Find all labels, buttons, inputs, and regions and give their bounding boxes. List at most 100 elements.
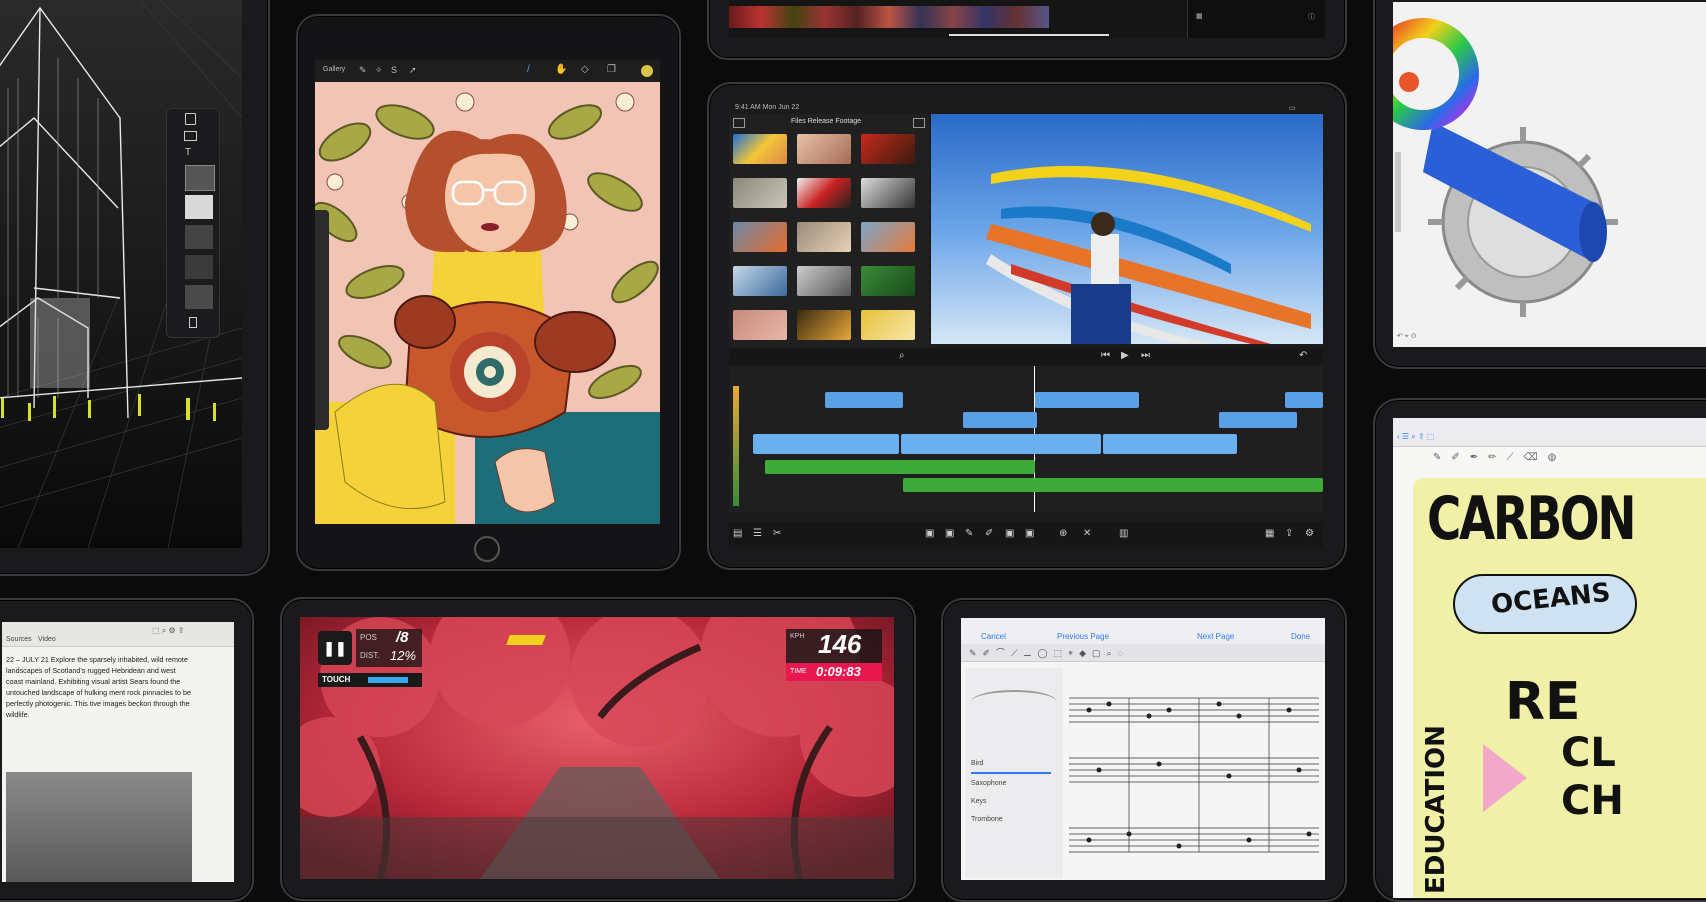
cancel-button[interactable]: Cancel [981,632,1006,641]
timeline-clip[interactable] [1219,412,1297,428]
done-button[interactable]: Done [1291,632,1310,641]
skip-forward-icon[interactable]: ⏭ [1141,350,1150,361]
tool-icon[interactable]: ▣ [1005,528,1014,539]
timeline-clip[interactable] [1035,392,1139,408]
bottom-tool-icon[interactable]: ↶ ⌖ ⊙ [1397,332,1417,341]
list-icon[interactable]: ☰ [753,528,762,539]
trash-icon[interactable]: ▥ [1119,528,1128,539]
info-icon[interactable]: ⓘ [1308,12,1315,22]
slider[interactable] [971,772,1051,774]
tool-icon[interactable]: ✎ [965,528,973,539]
scrub-bar[interactable] [949,34,1109,36]
tool-icon[interactable]: ▣ [925,528,934,539]
timeline[interactable] [729,366,1323,512]
library-clip[interactable] [797,310,851,340]
library-clip[interactable] [861,310,915,340]
trash-icon[interactable] [189,317,197,328]
layer-thumb[interactable] [185,195,213,219]
tab-video[interactable]: Video [38,636,56,643]
timeline-clip[interactable] [963,412,1037,428]
timeline-clip[interactable] [1285,392,1323,408]
color-picker-icon[interactable] [641,65,653,77]
library-clip[interactable] [733,266,787,296]
play-icon[interactable]: ▶ [1121,350,1129,361]
tool-icon[interactable]: ✐ [985,528,993,539]
layer-thumb[interactable] [185,165,215,191]
settings-icon[interactable]: ⚙ [1305,528,1314,539]
brush-size-slider[interactable] [315,210,329,430]
ipad-cad: ↶ ⌖ ⊙ [1373,0,1706,369]
library-clip[interactable] [797,222,851,252]
audio-track[interactable] [765,460,1035,474]
layer-thumb[interactable] [185,225,213,249]
main-track-clip[interactable] [901,434,1101,454]
previous-page-button[interactable]: Previous Page [1057,632,1109,641]
pause-button[interactable]: ❚❚ [318,631,352,665]
main-track-clip[interactable] [753,434,899,454]
export-icon[interactable] [185,113,196,125]
grid-icon[interactable]: ▦ [1196,12,1203,20]
image-icon[interactable] [184,131,197,141]
toolbar-icons[interactable]: ⬚ ⌕ ⚙ ⇪ [152,626,185,636]
reader-screen: Sources Video ⬚ ⌕ ⚙ ⇪ 22 – JULY 21 Explo… [2,622,234,882]
library-clip[interactable] [797,178,851,208]
library-clip[interactable] [797,266,851,296]
undo-icon[interactable]: ↶ [1299,350,1307,361]
layer-thumb[interactable] [185,285,213,309]
add-icon[interactable]: ⊕ [1059,528,1067,539]
tool-icon[interactable]: ▣ [1025,528,1034,539]
gallery-link[interactable]: Gallery [323,66,345,73]
main-track-clip[interactable] [1103,434,1237,454]
library-clip[interactable] [797,134,851,164]
transform-icon[interactable]: ➚ [409,65,417,76]
next-page-button[interactable]: Next Page [1197,632,1234,641]
time-value: 0:09:83 [816,664,861,679]
notes-nav-icons[interactable]: ‹ ☰ ⌕ ⇪ ⬚ [1397,432,1434,442]
library-clip[interactable] [733,178,787,208]
audio-track[interactable] [903,478,1323,492]
tool-icon[interactable]: ▣ [945,528,954,539]
filmstrip[interactable] [729,6,1049,28]
touch-label: TOUCH [322,675,351,684]
library-back-icon[interactable] [733,118,745,128]
library-clip[interactable] [861,134,915,164]
zoom-icon[interactable]: ⌕ [899,350,905,361]
eraser-icon[interactable]: ◇ [581,64,589,75]
time-label: TIME [790,668,807,675]
delete-icon[interactable]: ✕ [1083,528,1091,539]
cut-icon[interactable]: ✂ [773,528,781,539]
layer-thumb[interactable] [185,255,213,279]
layers-icon[interactable]: ❐ [607,64,616,75]
settings-icon[interactable]: ⚙ [1308,0,1314,2]
magic-wand-icon[interactable]: ✧ [375,65,383,76]
video-preview[interactable] [931,114,1323,344]
home-button[interactable] [474,536,500,562]
skip-back-icon[interactable]: ⏮ [1101,350,1110,361]
text-tool-icon[interactable]: T [185,147,191,158]
library-clip[interactable] [733,222,787,252]
ipad-reader: Sources Video ⬚ ⌕ ⚙ ⇪ 22 – JULY 21 Explo… [0,598,254,902]
transport-bar: ⌕ ⏮ ▶ ⏭ ↶ [729,348,1323,364]
smudge-icon[interactable]: ✋ [555,64,567,75]
library-clip[interactable] [861,222,915,252]
ch-word: CH [1561,778,1624,824]
library-add-icon[interactable] [913,118,925,128]
library-title: Files Release Footage [791,118,862,125]
library-clip[interactable] [861,266,915,296]
wrench-icon[interactable]: ✎ [359,65,367,76]
library-clip[interactable] [861,178,915,208]
export-icon[interactable]: ▦ [1265,528,1274,539]
re-word: RE [1505,672,1581,732]
selection-icon[interactable]: S [391,65,397,75]
share-icon[interactable]: ⇪ [1285,528,1293,539]
folder-icon[interactable]: ▤ [733,528,742,539]
pen-tools[interactable]: ✎✐✒✏⟋⌫◍ [1433,452,1706,468]
library-clip[interactable] [733,310,787,340]
score-tools[interactable]: ✎✐⌒⟋⚊◯⬚⌖◆▢⌕◌ [961,644,1325,662]
library-clip[interactable] [733,134,787,164]
brush-icon[interactable]: / [527,64,530,75]
layers-panel[interactable]: T [166,108,220,338]
tab-sources[interactable]: Sources [6,636,32,643]
timeline-clip[interactable] [825,392,903,408]
touch-bar: TOUCH [318,673,422,687]
